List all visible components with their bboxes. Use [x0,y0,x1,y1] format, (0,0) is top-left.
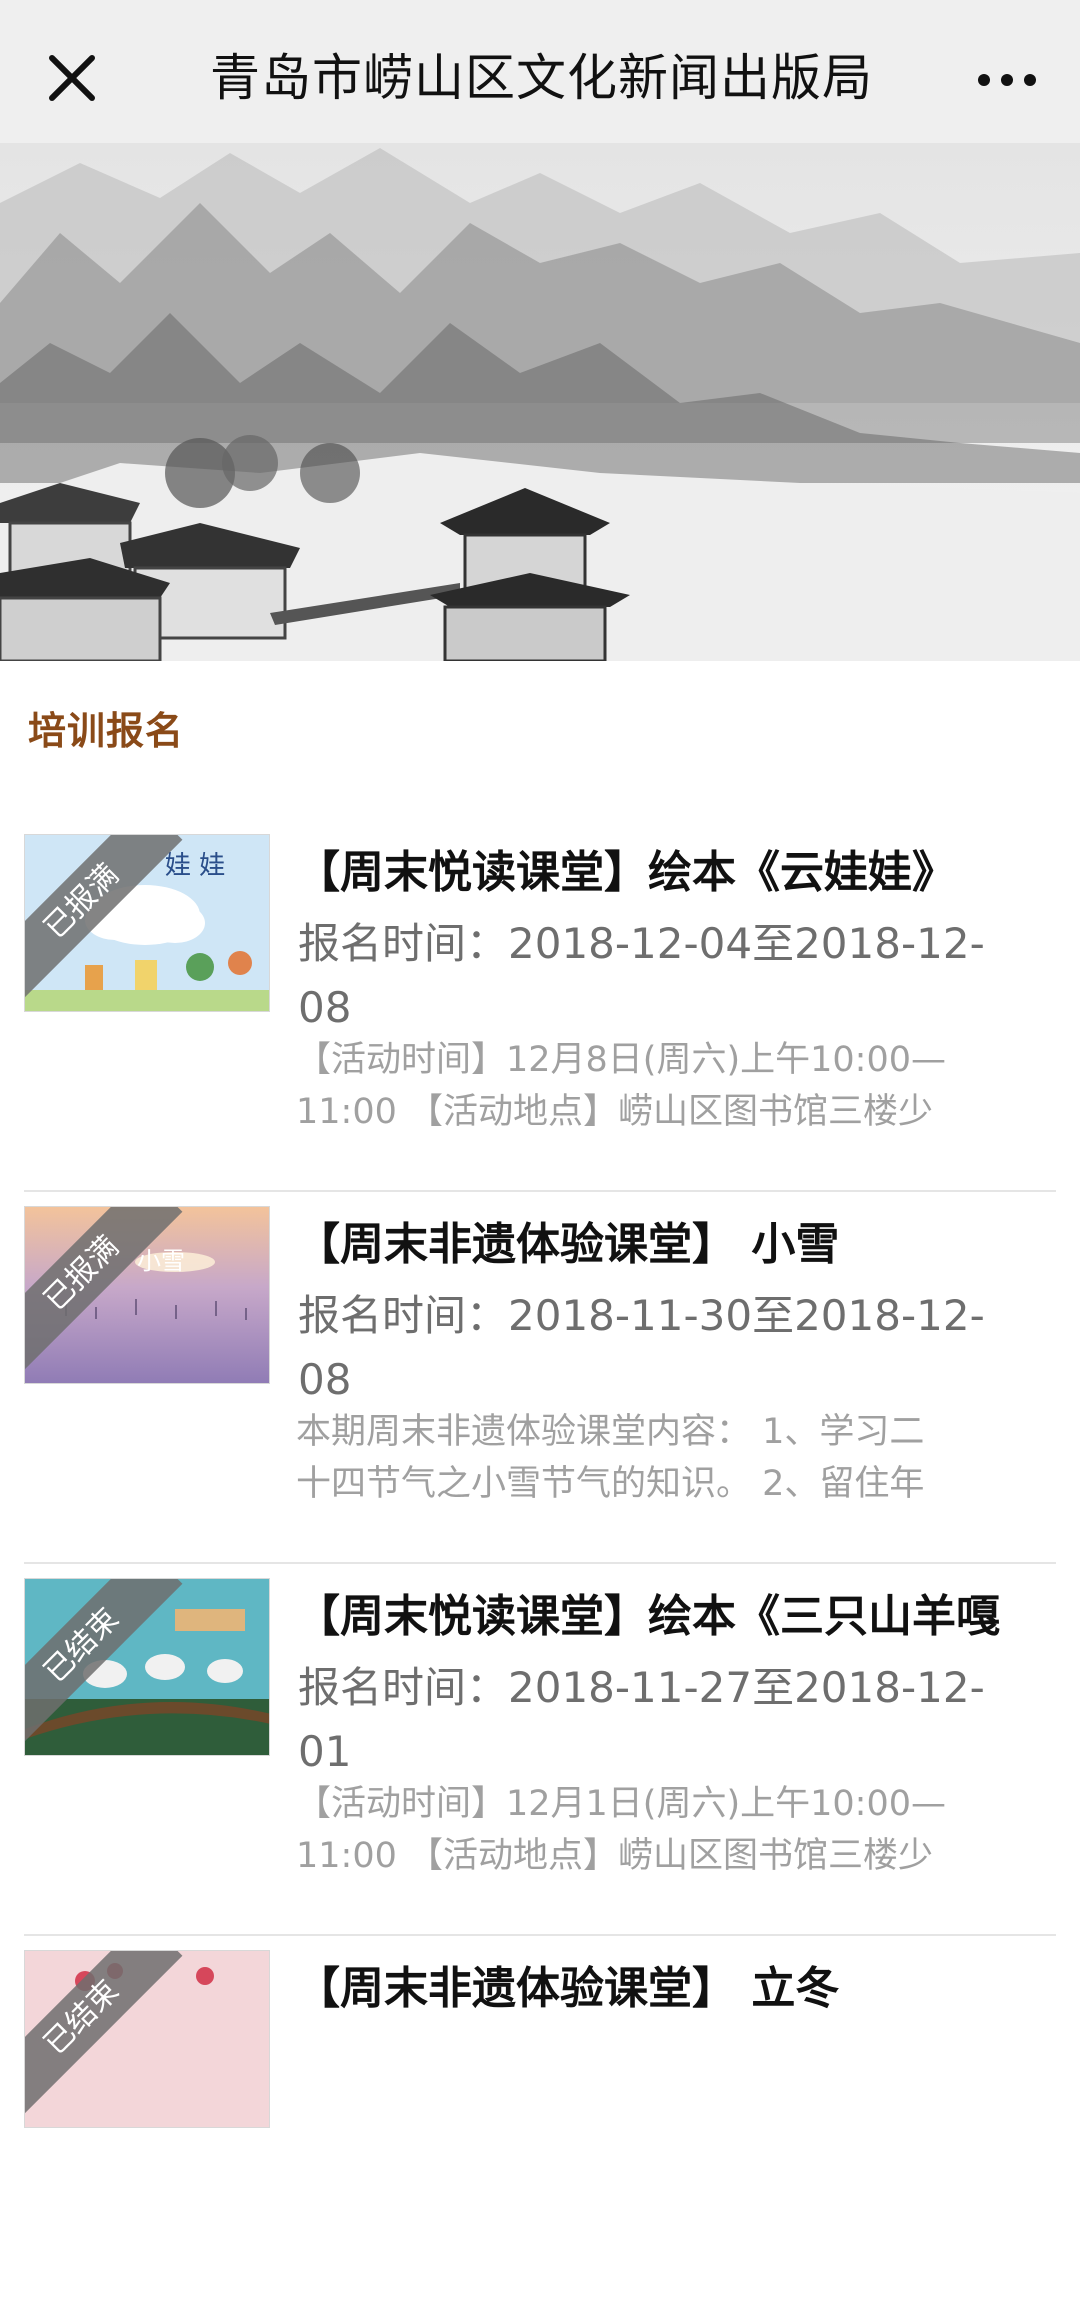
item-title: 【周末悦读课堂】绘本《三只山羊嘎 [296,1591,1000,1642]
item-signup-time: 报名时间：2018-11-27至2018-12- 01 [298,1663,985,1776]
list-item[interactable]: 已结束 【周末悦读课堂】绘本《三只山羊嘎 报名时间：2018-11-27至201… [24,1578,1056,1936]
item-description: 【活动时间】12月1日(周六)上午10:00— 11:00 【活动地点】崂山区图… [296,1784,946,1876]
list-item[interactable]: 已结束 【周末非遗体验课堂】 立冬 [24,1950,1056,2306]
list-item[interactable]: 小雪 已报满 【周末非遗体验课堂】 小雪 报名时间：2018-11-30至201… [24,1206,1056,1564]
item-title: 【周末非遗体验课堂】 小雪 [296,1219,840,1270]
more-icon [978,74,1036,86]
item-description: 【活动时间】12月8日(周六)上午10:00— 11:00 【活动地点】崂山区图… [296,1040,946,1132]
item-title: 【周末悦读课堂】绘本《云娃娃》 [296,847,956,898]
page-title: 青岛市崂山区文化新闻出版局 [210,49,873,107]
more-button[interactable] [972,60,1062,100]
item-thumbnail: 已结束 [24,1950,270,2128]
thumb-title: 娃 娃 [165,851,226,881]
item-thumbnail: 已结束 [24,1578,270,1756]
item-thumbnail: 娃 娃 已报满 [24,834,270,1012]
item-title: 【周末非遗体验课堂】 立冬 [296,1963,840,2014]
section-title: 培训报名 [28,709,185,753]
item-description: 本期周末非遗体验课堂内容： 1、学习二 十四节气之小雪节气的知识。 2、留住年 [296,1412,925,1504]
top-bar: 青岛市崂山区文化新闻出版局 [0,0,1080,144]
close-button[interactable] [38,44,106,112]
item-thumbnail: 小雪 已报满 [24,1206,270,1384]
close-icon [49,55,95,101]
banner-image [0,143,1080,661]
item-signup-time: 报名时间：2018-11-30至2018-12- 08 [298,1291,985,1404]
list-item[interactable]: 娃 娃 已报满 【周末悦读课堂】绘本《云娃娃》 报名时间：2018-12-04至… [24,834,1056,1192]
item-signup-time: 报名时间：2018-12-04至2018-12- 08 [298,919,985,1032]
